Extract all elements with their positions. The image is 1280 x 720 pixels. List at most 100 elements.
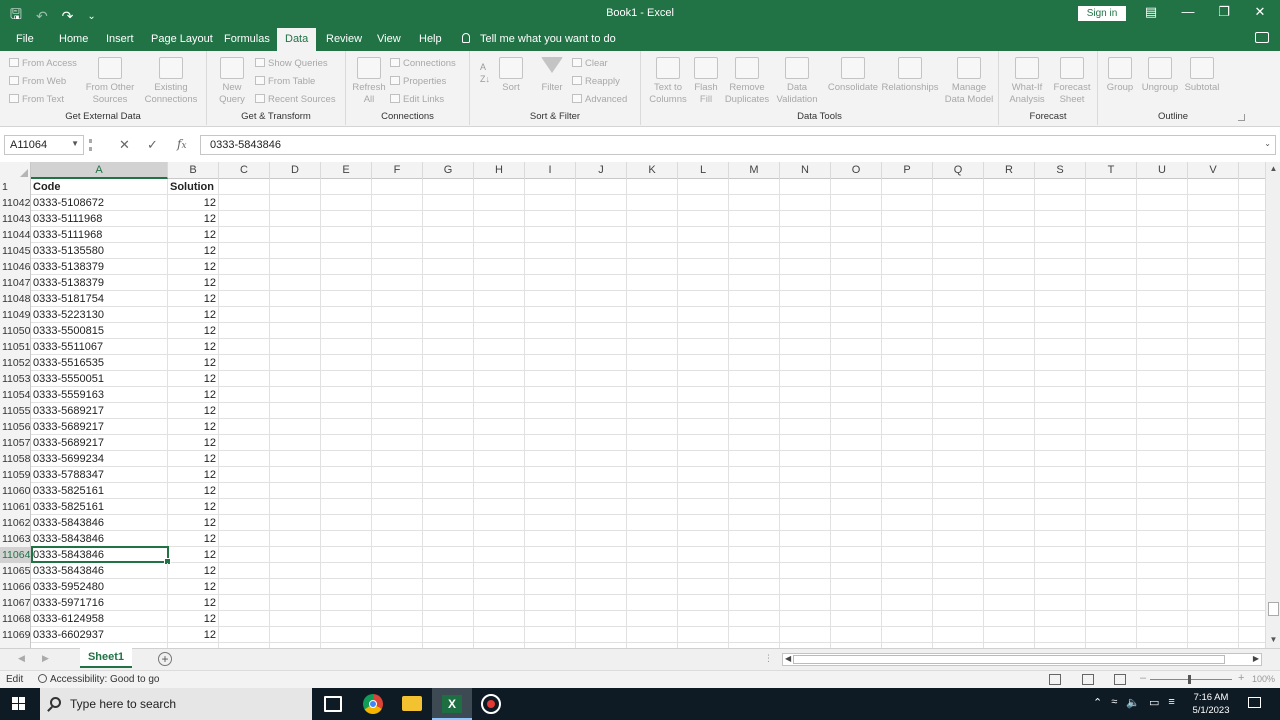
row-header[interactable]: 11052 <box>0 355 31 371</box>
cell-code[interactable]: 0333-5689217 <box>31 419 168 435</box>
close-icon[interactable]: ✕ <box>1250 4 1270 20</box>
cell-code[interactable]: 0333-5699234 <box>31 451 168 467</box>
prev-sheet-icon[interactable]: ◀ <box>18 653 25 664</box>
row-header[interactable]: 1 <box>0 179 31 195</box>
tab-review[interactable]: Review <box>326 33 362 45</box>
row-header[interactable]: 11045 <box>0 243 31 259</box>
cell-solution[interactable]: 12 <box>168 483 219 499</box>
from-access-button[interactable]: From Access <box>9 58 77 69</box>
cell-code[interactable]: 0333-5689217 <box>31 403 168 419</box>
chevron-down-icon[interactable]: ▼ <box>71 139 79 148</box>
ungroup-button[interactable]: Ungroup <box>1140 57 1180 94</box>
row-header[interactable]: 11062 <box>0 515 31 531</box>
formula-input[interactable]: 0333-5843846 ⌄ <box>200 135 1276 155</box>
cell-solution[interactable]: 12 <box>168 531 219 547</box>
cell-solution[interactable]: 12 <box>168 339 219 355</box>
row-header[interactable]: 11048 <box>0 291 31 307</box>
formula-bar-grip[interactable] <box>89 139 93 151</box>
cell-solution[interactable]: 12 <box>168 403 219 419</box>
normal-view-icon[interactable] <box>1049 674 1061 685</box>
row-header[interactable]: 11068 <box>0 611 31 627</box>
cell-code[interactable]: 0333-5111968 <box>31 211 168 227</box>
cell-code[interactable]: 0333-5181754 <box>31 291 168 307</box>
page-break-view-icon[interactable] <box>1114 674 1126 685</box>
row-header[interactable]: 11063 <box>0 531 31 547</box>
scroll-up-icon[interactable]: ▲ <box>1268 164 1279 175</box>
row-header[interactable]: 11053 <box>0 371 31 387</box>
column-header-r[interactable]: R <box>984 162 1035 179</box>
manage-data-model-button[interactable]: Manage Data Model <box>943 57 995 106</box>
cell-code[interactable]: 0333-5788347 <box>31 467 168 483</box>
cell-code[interactable]: 0333-5843846 <box>31 531 168 547</box>
cell-solution[interactable]: 12 <box>168 275 219 291</box>
cell-solution[interactable]: 12 <box>168 547 219 563</box>
chrome-icon[interactable] <box>363 694 383 714</box>
tab-help[interactable]: Help <box>419 33 442 45</box>
header-cell-solution[interactable]: Solution <box>168 179 219 195</box>
reapply-button[interactable]: Reapply <box>572 76 620 87</box>
row-header[interactable]: 11057 <box>0 435 31 451</box>
row-header[interactable]: 11064 <box>0 547 31 563</box>
cell-solution[interactable]: 12 <box>168 595 219 611</box>
forecast-sheet-button[interactable]: Forecast Sheet <box>1051 57 1093 106</box>
hscroll-thumb[interactable] <box>793 655 1225 664</box>
row-header[interactable]: 11055 <box>0 403 31 419</box>
sheet-split-grip-icon[interactable]: ⋮ <box>764 653 773 664</box>
worksheet-grid[interactable]: ABCDEFGHIJKLMNOPQRSTUV 1 Code Solution 1104… <box>0 162 1265 648</box>
task-view-icon[interactable] <box>324 696 342 712</box>
row-header[interactable]: 11065 <box>0 563 31 579</box>
cell-solution[interactable]: 12 <box>168 579 219 595</box>
tell-me-search[interactable]: Tell me what you want to do <box>462 33 616 45</box>
row-header[interactable]: 11051 <box>0 339 31 355</box>
wifi-icon[interactable]: ≈ <box>1111 696 1117 709</box>
zoom-out-icon[interactable]: – <box>1140 672 1146 684</box>
tab-page-layout[interactable]: Page Layout <box>151 33 213 45</box>
row-header[interactable]: 11058 <box>0 451 31 467</box>
column-header-e[interactable]: E <box>321 162 372 179</box>
cell-solution[interactable]: 12 <box>168 499 219 515</box>
show-hidden-icons-icon[interactable]: ⌃ <box>1093 696 1102 709</box>
cell-code[interactable]: 0333-5550051 <box>31 371 168 387</box>
existing-connections-button[interactable]: Existing Connections <box>142 57 200 106</box>
taskbar-clock[interactable]: 7:16 AM 5/1/2023 <box>1186 691 1236 717</box>
row-header[interactable]: 11067 <box>0 595 31 611</box>
zoom-in-icon[interactable]: + <box>1238 672 1244 684</box>
cell-code[interactable]: 0333-5825161 <box>31 499 168 515</box>
row-header[interactable]: 11066 <box>0 579 31 595</box>
cell-solution[interactable]: 12 <box>168 307 219 323</box>
column-header-q[interactable]: Q <box>933 162 984 179</box>
what-if-analysis-button[interactable]: What-If Analysis <box>1005 57 1049 106</box>
language-icon[interactable]: ≡ <box>1168 696 1174 709</box>
header-cell-code[interactable]: Code <box>31 179 168 195</box>
cell-code[interactable]: 0333-6602937 <box>31 627 168 643</box>
sort-ascending-button[interactable]: A Z↓ <box>480 61 490 85</box>
cell-solution[interactable]: 12 <box>168 467 219 483</box>
comments-icon[interactable] <box>1255 32 1269 43</box>
cell-solution[interactable]: 12 <box>168 419 219 435</box>
column-header-p[interactable]: P <box>882 162 933 179</box>
vertical-scrollbar[interactable]: ▲ ▼ <box>1265 162 1280 648</box>
column-header-f[interactable]: F <box>372 162 423 179</box>
cell-solution[interactable]: 12 <box>168 243 219 259</box>
advanced-filter-button[interactable]: Advanced <box>572 94 627 105</box>
recording-app-icon[interactable] <box>481 694 501 714</box>
outline-dialog-launcher-icon[interactable] <box>1238 114 1245 121</box>
row-header[interactable]: 11044 <box>0 227 31 243</box>
zoom-level[interactable]: 100% <box>1252 674 1275 684</box>
cell-code[interactable]: 0333-5971716 <box>31 595 168 611</box>
confirm-entry-icon[interactable]: ✓ <box>147 137 158 153</box>
row-header[interactable]: 11047 <box>0 275 31 291</box>
add-sheet-icon[interactable]: + <box>158 652 172 666</box>
column-header-t[interactable]: T <box>1086 162 1137 179</box>
column-header-g[interactable]: G <box>423 162 474 179</box>
row-header[interactable]: 11054 <box>0 387 31 403</box>
column-header-i[interactable]: I <box>525 162 576 179</box>
subtotal-button[interactable]: Subtotal <box>1182 57 1222 94</box>
minimize-icon[interactable]: — <box>1178 4 1198 19</box>
cell-code[interactable]: 0333-5559163 <box>31 387 168 403</box>
tab-data[interactable]: Data <box>277 28 317 51</box>
filter-button[interactable]: Filter <box>537 57 567 94</box>
column-header-c[interactable]: C <box>219 162 270 179</box>
column-header-s[interactable]: S <box>1035 162 1086 179</box>
tab-insert[interactable]: Insert <box>106 33 134 45</box>
